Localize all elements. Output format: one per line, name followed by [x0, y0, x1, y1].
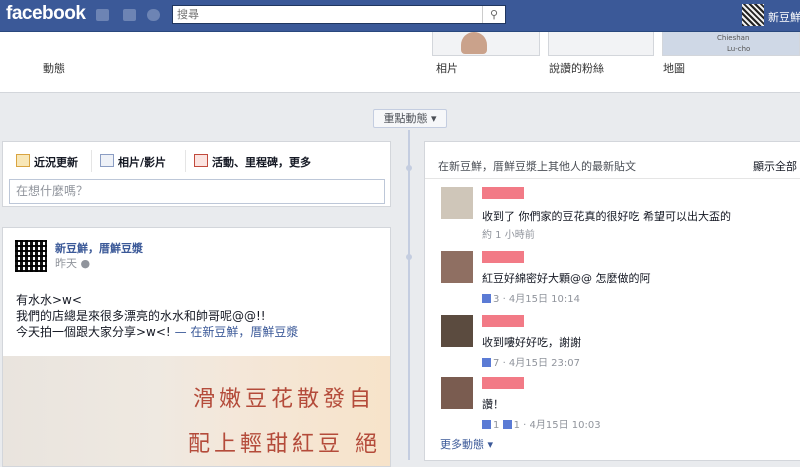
author-name-redacted[interactable] [482, 377, 524, 389]
more-stories-link[interactable]: 更多動態 ▾ [440, 436, 493, 452]
globe-icon: ● [80, 257, 91, 270]
timeline-spine [408, 130, 410, 460]
photo-text: 配上輕甜紅豆 絕 [188, 432, 381, 457]
tab-photo-video[interactable]: 相片/影片 [100, 154, 166, 170]
post-meta: 3 · 4月15日 10:14 [482, 290, 580, 305]
search-input[interactable] [173, 6, 481, 23]
post-line: 今天拍一個跟大家分享>w<! — 在新豆鮮，厝鮮豆漿 [16, 325, 299, 339]
nav-likes-label[interactable]: 說讚的粉絲 [549, 60, 604, 76]
post-photo[interactable]: 滑嫩豆花散發自 配上輕甜紅豆 絕 [3, 356, 390, 466]
search-icon[interactable]: ⚲ [482, 6, 505, 23]
post-body: 有水水>w< 我們的店總是來很多漂亮的水水和帥哥呢@@!! 今天拍一個跟大家分享… [16, 292, 298, 340]
nav-timeline-label[interactable]: 動態 [43, 60, 65, 76]
photo-text: 滑嫩豆花散發自 [193, 387, 376, 412]
avatar[interactable] [441, 187, 473, 219]
avatar[interactable] [441, 315, 473, 347]
timeline-dot [406, 165, 412, 171]
post-meta[interactable]: 約 1 小時前 [482, 226, 535, 241]
post-meta: 1 1 · 4月15日 10:03 [482, 416, 601, 431]
post-text: 收到了 你們家的豆花真的很好吃 希望可以出大盃的 [482, 210, 731, 223]
notifications-icon[interactable] [147, 9, 160, 21]
photos-thumbnail[interactable] [432, 32, 540, 56]
highlights-dropdown[interactable]: 重點動態 ▾ [373, 109, 447, 128]
tab-status-update[interactable]: 近況更新 [16, 154, 78, 170]
divider [425, 178, 800, 179]
profile-nav-panel: 動態 相片 說讚的粉絲 Chieshan Lu-cho 地圖 [0, 32, 800, 93]
calendar-icon [194, 154, 208, 167]
avatar[interactable] [441, 377, 473, 409]
comment-icon [482, 358, 491, 367]
post-meta: 7 · 4月15日 23:07 [482, 354, 580, 369]
map-text: Lu-cho [727, 45, 751, 53]
friend-requests-icon[interactable] [96, 9, 109, 21]
post-text: 紅豆好綿密好大顆@@ 怎麼做的阿 [482, 272, 651, 285]
likes-thumbnail[interactable] [548, 32, 654, 56]
place-link[interactable]: 新豆鮮，厝鮮豆漿 [202, 325, 298, 339]
like-icon [482, 420, 491, 429]
post-text: 讚！ [482, 398, 504, 411]
place-prefix: — 在 [174, 325, 203, 339]
photo-face [461, 32, 487, 54]
tab-event-milestone[interactable]: 活動、里程碑，更多 [194, 154, 311, 170]
post-timestamp[interactable]: 昨天 ● [55, 255, 90, 271]
like-icon [482, 294, 491, 303]
status-input[interactable]: 在想什麼嗎？ [9, 179, 385, 204]
recent-posts-by-others: 在新豆鮮，厝鮮豆漿上其他人的最新貼文 顯示全部 收到了 你們家的豆花真的很好吃 … [424, 141, 800, 461]
author-name-redacted[interactable] [482, 187, 524, 199]
tab-separator [185, 150, 186, 172]
camera-icon [100, 154, 114, 167]
avatar[interactable] [441, 251, 473, 283]
nav-photos-label[interactable]: 相片 [436, 60, 458, 76]
avatar[interactable] [742, 4, 764, 26]
messages-icon[interactable] [123, 9, 136, 21]
post-line: 我們的店總是來很多漂亮的水水和帥哥呢@@!! [16, 309, 266, 323]
tab-separator [91, 150, 92, 172]
status-icon [16, 154, 30, 167]
post-text: 收到嘍好好吃，謝謝 [482, 336, 581, 349]
map-thumbnail[interactable]: Chieshan Lu-cho [662, 32, 800, 56]
timeline-post: 新豆鮮，厝鮮豆漿 昨天 ● 有水水>w< 我們的店總是來很多漂亮的水水和帥哥呢@… [2, 227, 391, 467]
status-composer: 近況更新 相片/影片 活動、里程碑，更多 在想什麼嗎？ [2, 141, 391, 207]
post-author-link[interactable]: 新豆鮮，厝鮮豆漿 [55, 240, 143, 256]
search-box: ⚲ [172, 5, 506, 24]
top-bar: facebook ⚲ 新豆鮮 [0, 0, 800, 32]
author-name-redacted[interactable] [482, 251, 524, 263]
profile-name-link[interactable]: 新豆鮮 [768, 9, 800, 25]
author-name-redacted[interactable] [482, 315, 524, 327]
comment-icon [502, 420, 512, 429]
recent-posts-heading: 在新豆鮮，厝鮮豆漿上其他人的最新貼文 [438, 160, 636, 173]
map-text: Chieshan [717, 34, 750, 42]
post-line: 有水水>w< [16, 293, 82, 307]
nav-map-label[interactable]: 地圖 [663, 60, 685, 76]
facebook-logo[interactable]: facebook [6, 3, 86, 25]
timeline-dot [406, 254, 412, 260]
see-all-link[interactable]: 顯示全部 [753, 158, 797, 174]
avatar[interactable] [15, 240, 47, 272]
